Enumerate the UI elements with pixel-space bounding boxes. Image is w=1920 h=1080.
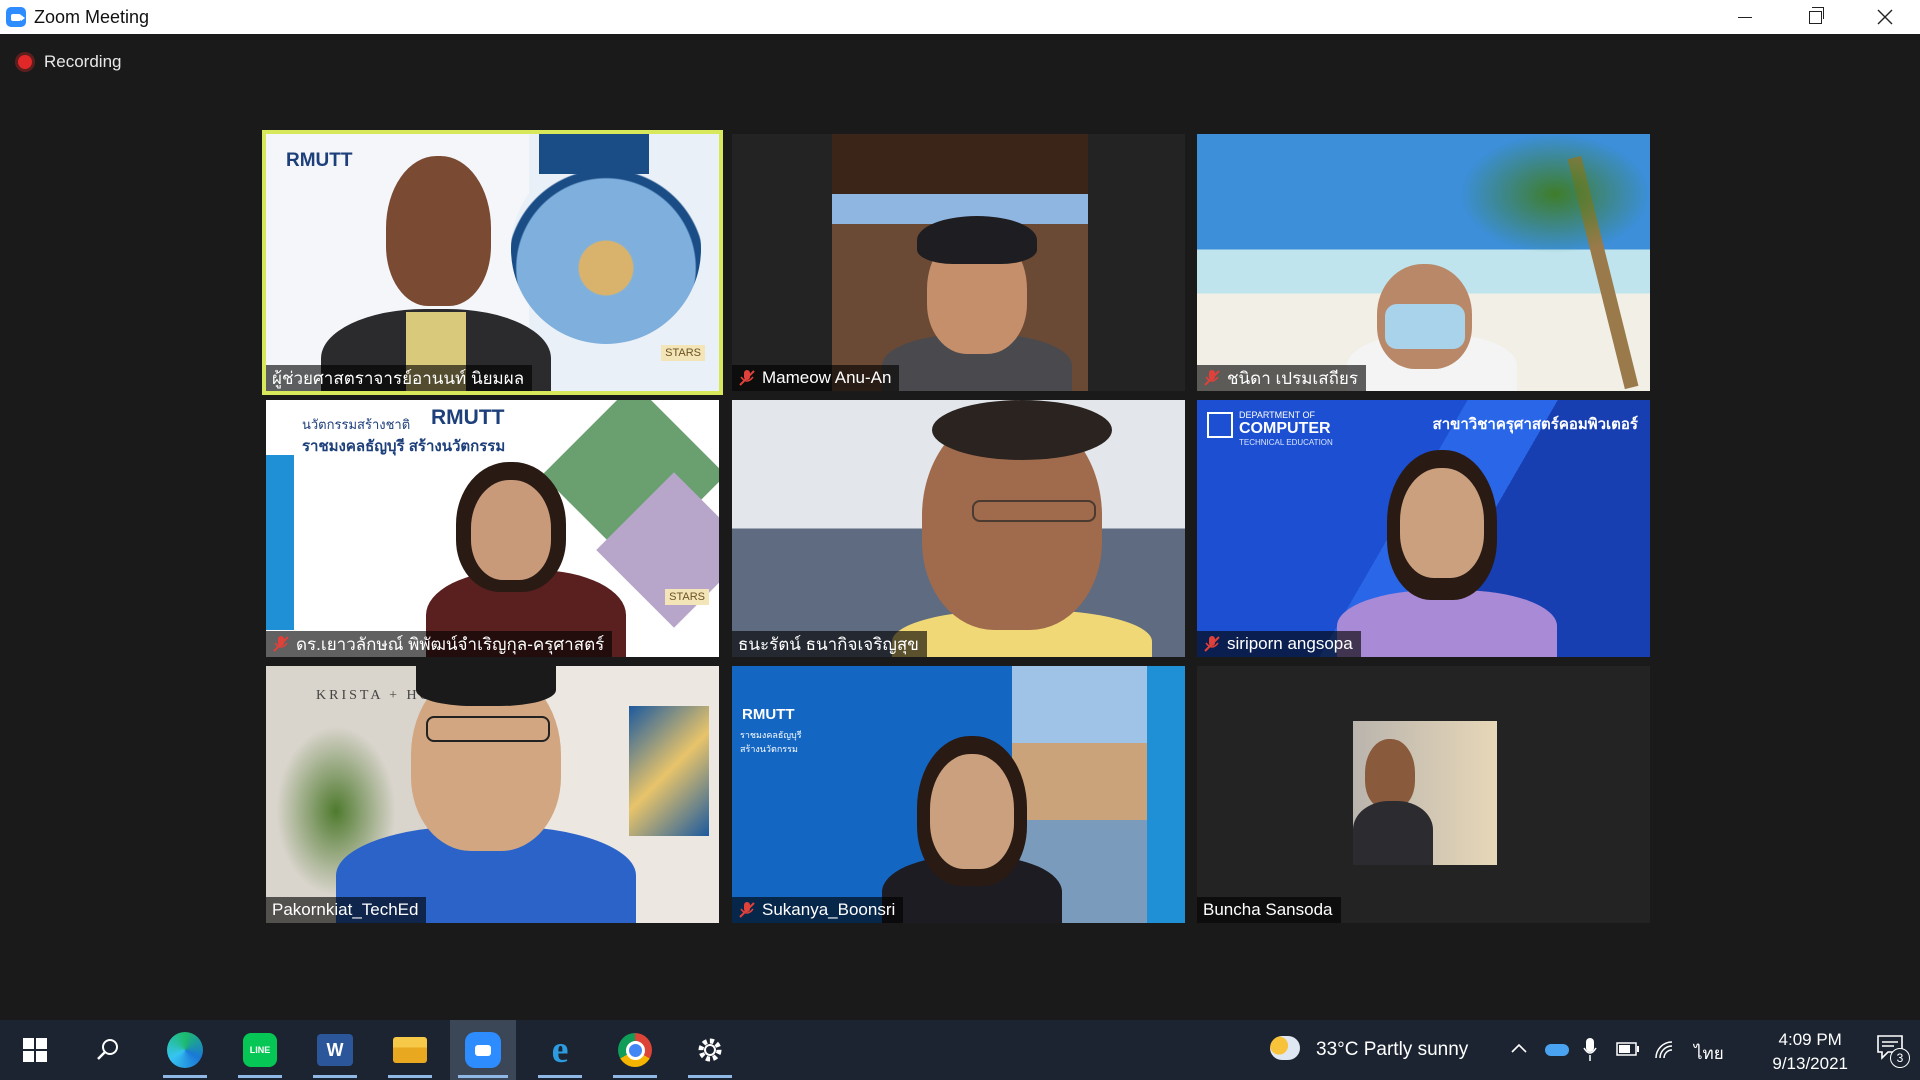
video-tile[interactable]: ธนะรัตน์ ธนากิจเจริญสุข <box>732 400 1185 657</box>
taskbar-settings[interactable] <box>680 1020 740 1080</box>
zoom-icon <box>465 1032 501 1068</box>
search-icon <box>97 1039 118 1060</box>
dept-label-thai: สาขาวิชาครุศาสตร์คอมพิวเตอร์ <box>1432 416 1638 433</box>
taskbar-zoom[interactable] <box>450 1020 516 1080</box>
participant-nametag: Sukanya_Boonsri <box>732 897 904 923</box>
wifi-icon[interactable] <box>1654 1040 1676 1060</box>
rmutt-logo: RMUTT <box>431 406 505 429</box>
participant-name: ดร.เยาวลักษณ์ พิพัฒน์จำเริญกุล-ครุศาสตร์ <box>296 634 605 654</box>
taskbar-word[interactable]: W <box>305 1020 365 1080</box>
dept-label-line3: TECHNICAL EDUCATION <box>1239 438 1333 447</box>
video-tile[interactable]: Buncha Sansoda <box>1197 666 1650 923</box>
word-icon: W <box>317 1034 353 1066</box>
input-language[interactable]: ไทย <box>1694 1040 1724 1067</box>
zoom-app-icon <box>6 7 26 27</box>
microphone-icon[interactable] <box>1583 1038 1597 1062</box>
participant-video <box>1353 721 1497 865</box>
dept-label-line2: COMPUTER <box>1239 420 1331 437</box>
folder-icon <box>393 1037 427 1063</box>
participant-name: Pakornkiat_TechEd <box>272 900 419 919</box>
clock-time: 4:09 PM <box>1778 1030 1842 1049</box>
participant-name: siriporn angsopa <box>1227 634 1353 653</box>
title-bar: Zoom Meeting <box>0 0 1920 34</box>
participant-nametag: ผู้ช่วยศาสตราจารย์อานนท์ นิยมผล <box>266 365 533 391</box>
taskbar-internet-explorer[interactable]: e <box>530 1020 590 1080</box>
search-button[interactable] <box>78 1020 138 1080</box>
video-tile[interactable]: นวัตกรรมสร้างชาติ RMUTT ราชมงคลธัญบุรี ส… <box>266 400 719 657</box>
gear-icon <box>698 1038 722 1062</box>
innovation-tagline: นวัตกรรมสร้างชาติ <box>302 417 411 432</box>
participant-name: Buncha Sansoda <box>1203 900 1333 919</box>
participant-name: Sukanya_Boonsri <box>762 900 896 919</box>
microphone-muted-icon <box>1203 635 1221 653</box>
participant-name: ชนิดา เปรมเสถียร <box>1227 368 1358 388</box>
weather-icon <box>1270 1036 1300 1060</box>
university-tagline: ราชมงคลธัญบุรี สร้างนวัตกรรม <box>302 438 506 455</box>
video-tile[interactable]: KRISTA + HO Pakornkiat_TechEd <box>266 666 719 923</box>
microphone-muted-icon <box>1203 369 1221 387</box>
restore-button[interactable] <box>1780 0 1850 34</box>
video-tile[interactable]: RMUTT ราชมงคลธัญบุรี สร้างนวัตกรรม Sukan… <box>732 666 1185 923</box>
chevron-up-icon[interactable] <box>1511 1042 1527 1054</box>
onedrive-icon[interactable] <box>1545 1044 1569 1056</box>
close-button[interactable] <box>1850 0 1920 34</box>
video-tile[interactable]: DEPARTMENT OF COMPUTER TECHNICAL EDUCATI… <box>1197 400 1650 657</box>
participant-nametag: ธนะรัตน์ ธนากิจเจริญสุข <box>732 631 927 657</box>
participant-nametag: Buncha Sansoda <box>1197 897 1341 923</box>
rmutt-logo: RMUTT <box>742 706 795 723</box>
participant-name: ธนะรัตน์ ธนากิจเจริญสุข <box>738 634 919 654</box>
minimize-icon <box>1738 16 1752 18</box>
dept-label-line1: DEPARTMENT OF <box>1239 410 1316 420</box>
close-icon <box>1877 9 1893 25</box>
video-tile[interactable]: ชนิดา เปรมเสถียร <box>1197 134 1650 391</box>
taskbar-edge[interactable] <box>155 1020 215 1080</box>
taskbar-chrome[interactable] <box>605 1020 665 1080</box>
microphone-muted-icon <box>738 369 756 387</box>
internet-explorer-icon: e <box>551 1029 569 1071</box>
weather-widget[interactable]: 33°C Partly sunny <box>1316 1039 1468 1061</box>
recording-label: Recording <box>44 52 122 71</box>
taskbar-clock[interactable]: 4:09 PM 9/13/2021 <box>1772 1028 1848 1076</box>
participant-video <box>386 156 491 306</box>
battery-icon[interactable] <box>1616 1042 1640 1056</box>
start-button[interactable] <box>5 1020 65 1080</box>
participant-nametag: ชนิดา เปรมเสถียร <box>1197 365 1366 391</box>
stars-badge: STARS <box>665 589 709 605</box>
notification-center-button[interactable]: 3 <box>1876 1034 1910 1068</box>
participant-nametag: ดร.เยาวลักษณ์ พิพัฒน์จำเริญกุล-ครุศาสตร์ <box>266 631 613 657</box>
participant-nametag: siriporn angsopa <box>1197 631 1361 657</box>
microphone-muted-icon <box>272 635 290 653</box>
rmutt-logo: RMUTT <box>286 150 353 171</box>
windows-start-icon <box>23 1038 47 1062</box>
windows-taskbar: LINE W e 33°C Partly sunny ไทย 4:09 PM 9… <box>0 1020 1920 1080</box>
edge-icon <box>167 1032 203 1068</box>
microphone-muted-icon <box>738 901 756 919</box>
line-icon: LINE <box>243 1033 277 1067</box>
university-tagline: ราชมงคลธัญบุรี สร้างนวัตกรรม <box>740 730 802 754</box>
participant-name: Mameow Anu-An <box>762 368 892 387</box>
notification-count-badge: 3 <box>1890 1048 1910 1068</box>
window-title: Zoom Meeting <box>34 6 150 27</box>
clock-date: 9/13/2021 <box>1772 1054 1848 1073</box>
recording-indicator[interactable]: Recording <box>18 52 122 72</box>
restore-icon <box>1808 6 1824 24</box>
minimize-button[interactable] <box>1710 0 1780 34</box>
chrome-icon <box>618 1033 652 1067</box>
participant-nametag: Mameow Anu-An <box>732 365 900 391</box>
taskbar-file-explorer[interactable] <box>380 1020 440 1080</box>
stars-badge: STARS <box>661 345 705 361</box>
participant-name: ผู้ช่วยศาสตราจารย์อานนท์ นิยมผล <box>272 368 525 388</box>
video-tile[interactable]: RMUTT STARS ผู้ช่วยศาสตราจารย์อานนท์ นิย… <box>262 130 723 395</box>
taskbar-line[interactable]: LINE <box>230 1020 290 1080</box>
participant-nametag: Pakornkiat_TechEd <box>266 897 427 923</box>
recording-dot-icon <box>18 55 32 69</box>
video-tile[interactable]: Mameow Anu-An <box>732 134 1185 391</box>
